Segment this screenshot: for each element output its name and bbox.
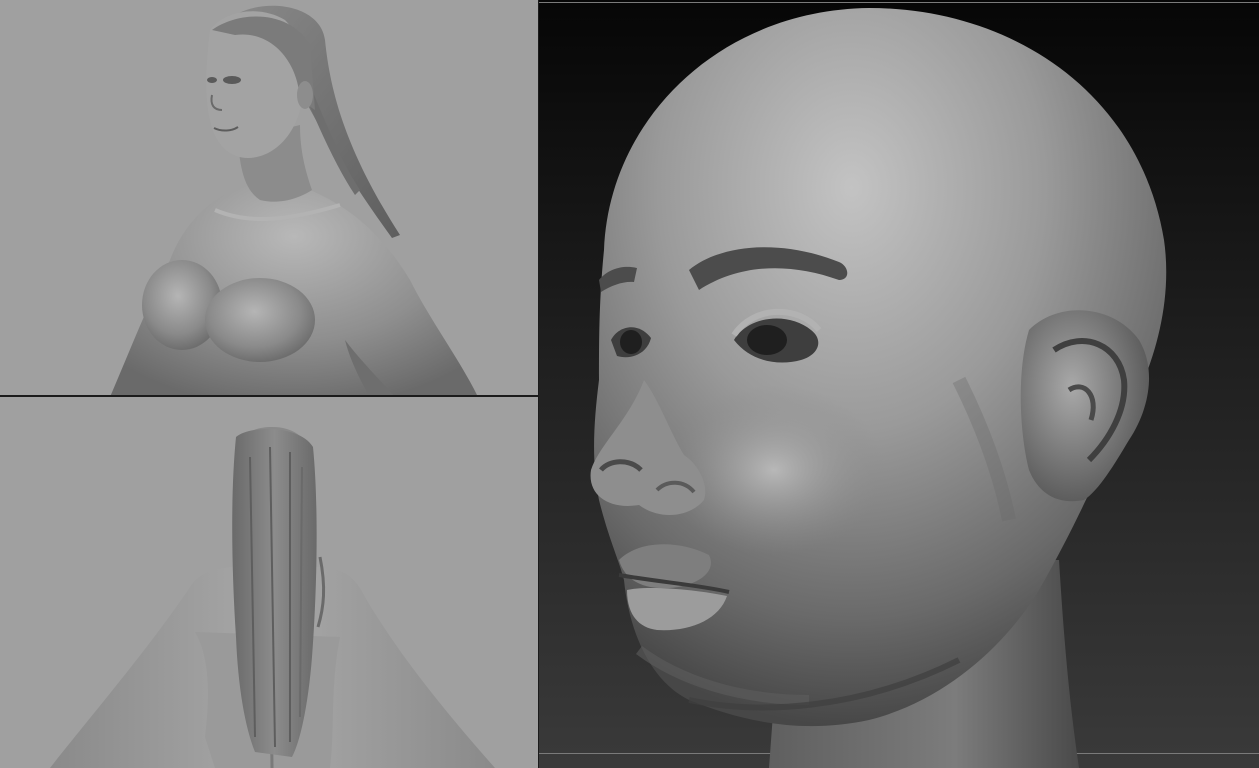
eye-right-iris [747,325,787,355]
back-body-render [50,427,495,768]
head-closeup-viewport[interactable] [539,0,1259,768]
front-view-viewport[interactable] [0,0,538,397]
eye-left [223,76,241,84]
back-view-viewport[interactable] [0,397,538,768]
viewport-divider-vertical [538,0,539,768]
eye-left-iris [620,330,642,354]
eye-right [207,77,217,83]
breast-right [205,278,315,362]
sculpted-head-render [590,8,1167,768]
front-torso-render [110,5,478,397]
